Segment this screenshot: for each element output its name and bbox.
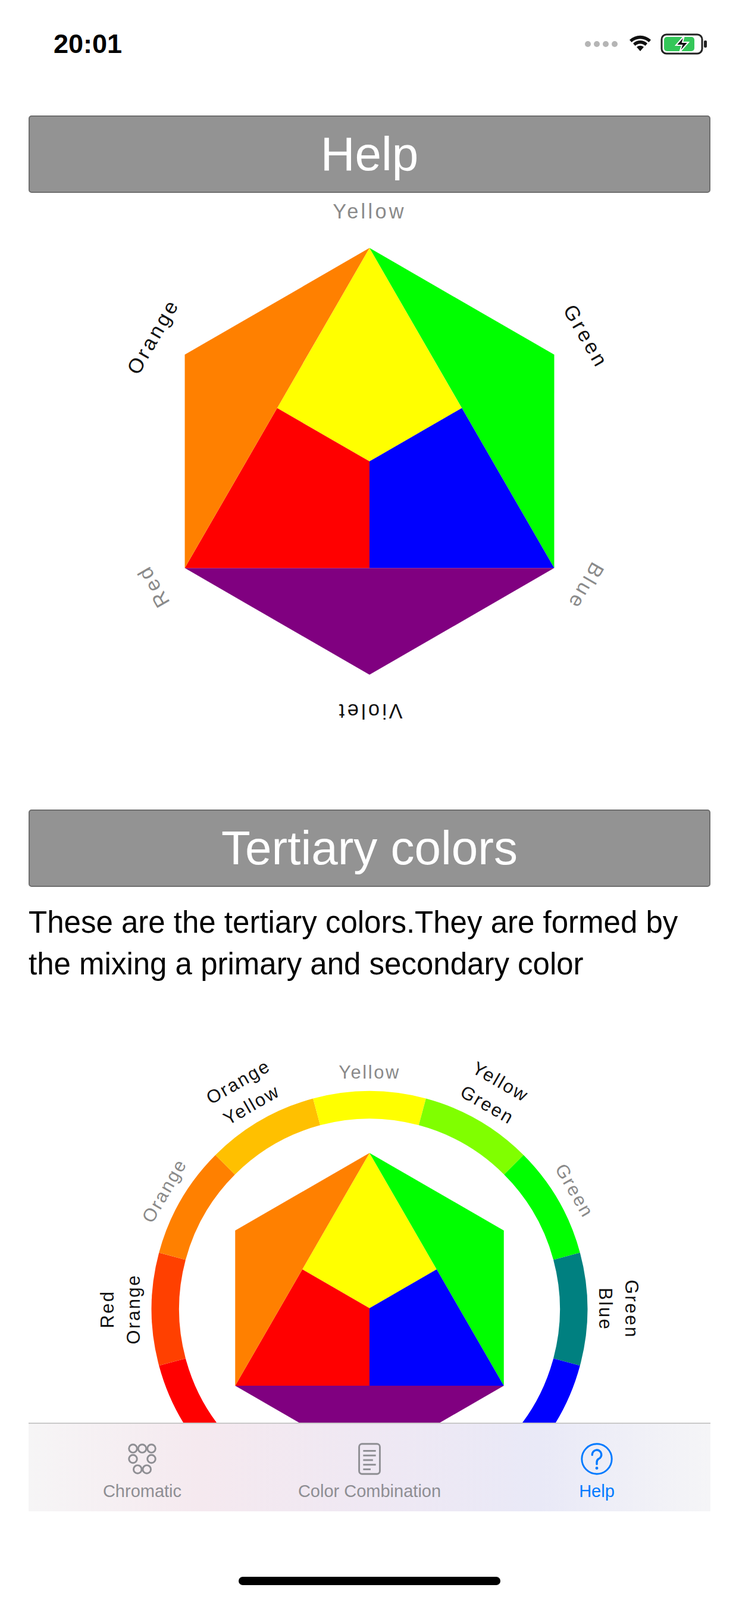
section-header: Help xyxy=(28,115,711,193)
ring-label: Green xyxy=(550,1159,599,1221)
ring-label: Orange xyxy=(123,1273,144,1344)
color-region xyxy=(235,1385,504,1423)
screen: 20:01HelpYellowGreenBlueVioletRedOrangeT… xyxy=(0,0,739,1600)
color-region xyxy=(185,567,555,675)
color-region xyxy=(369,1268,504,1386)
color-label: Red xyxy=(132,561,175,612)
color-region xyxy=(185,248,370,569)
tab-label: Chromatic xyxy=(102,1480,182,1501)
ring-label: Green xyxy=(621,1279,643,1339)
ring-segment xyxy=(172,1361,226,1423)
wifi-icon xyxy=(628,35,653,53)
ring-segment xyxy=(316,1104,423,1112)
home-indicator[interactable] xyxy=(238,1576,501,1585)
color-label: Orange xyxy=(122,294,184,378)
status-time: 20:01 xyxy=(53,27,122,61)
color-region xyxy=(369,1152,504,1386)
ring-segment xyxy=(514,1361,568,1423)
status-bar: 20:01 xyxy=(0,0,739,116)
ring-label: Blue xyxy=(595,1287,616,1330)
color-region xyxy=(369,408,554,569)
primary-color-diagram: Yellow Green Blue Violet Red Orange xyxy=(0,192,739,810)
section-header: Tertiary colors xyxy=(28,809,711,887)
ring-segment xyxy=(165,1255,173,1362)
ring-label: Yellow xyxy=(219,1079,284,1129)
color-label: Yellow xyxy=(332,199,407,223)
tab-bar: Chromatic Color Combination Help xyxy=(28,1422,711,1511)
tab-item[interactable]: Color Combination xyxy=(255,1423,484,1511)
tab-item[interactable]: Chromatic xyxy=(28,1423,256,1511)
battery-icon xyxy=(660,32,709,56)
tab-label: Color Combination xyxy=(298,1480,441,1501)
color-label: Green xyxy=(558,300,613,372)
color-label: Blue xyxy=(563,558,609,615)
tertiary-color-diagram: RedOrangeOrangeOrangeYellowYellowYellowG… xyxy=(0,1004,739,1423)
document-icon xyxy=(351,1439,388,1477)
color-region xyxy=(235,1152,370,1386)
color-label: Violet xyxy=(336,699,403,723)
section-title: Help xyxy=(320,127,419,181)
content: HelpYellowGreenBlueVioletRedOrangeTertia… xyxy=(0,115,739,1423)
ring-label: Yellow xyxy=(338,1061,401,1083)
status-icons xyxy=(584,27,709,61)
section-title: Tertiary colors xyxy=(221,821,518,875)
ring-segment xyxy=(566,1255,574,1362)
color-region xyxy=(369,248,554,569)
tab-item[interactable]: Help xyxy=(483,1423,711,1511)
tab-label: Help xyxy=(578,1480,615,1501)
circles-icon xyxy=(123,1439,161,1477)
ring-label: Red xyxy=(96,1289,118,1328)
home-area xyxy=(0,1510,739,1600)
question-circle-icon xyxy=(578,1439,616,1477)
ring-label: Green xyxy=(456,1080,519,1129)
ring-label: Orange xyxy=(138,1154,191,1226)
signal-icon xyxy=(584,40,620,48)
section-description: These are the tertiary colors.They are f… xyxy=(0,886,739,1005)
